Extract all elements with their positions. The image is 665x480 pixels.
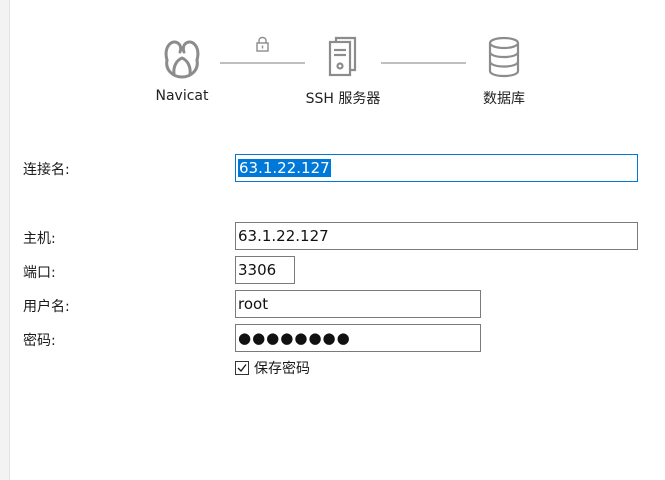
connection-name-input[interactable]: 63.1.22.127	[235, 154, 638, 182]
ssh-server-node	[328, 36, 358, 78]
password-input[interactable]: ●●●●●●●●	[235, 324, 481, 352]
database-icon	[488, 36, 520, 78]
host-input[interactable]: 63.1.22.127	[235, 222, 638, 250]
navicat-logo-icon	[164, 40, 200, 79]
connection-name-value: 63.1.22.127	[238, 159, 331, 177]
username-input[interactable]: root	[235, 290, 481, 318]
password-label: 密码:	[23, 333, 56, 349]
password-value: ●●●●●●●●	[238, 329, 351, 347]
username-label: 用户名:	[23, 299, 70, 315]
connector-line-db	[381, 62, 466, 64]
navicat-label: Navicat	[155, 88, 209, 104]
connection-name-label: 连接名:	[23, 162, 70, 178]
username-value: root	[238, 295, 269, 313]
navicat-node	[159, 36, 205, 80]
server-icon	[328, 36, 357, 77]
port-label: 端口:	[23, 265, 56, 281]
checkmark-icon	[237, 364, 247, 373]
connection-diagram: Navicat SSH 服务器 数据库	[0, 0, 665, 120]
host-value: 63.1.22.127	[238, 227, 329, 245]
database-label: 数据库	[483, 91, 525, 107]
save-password-checkbox[interactable]	[235, 361, 249, 375]
connector-line-ssh	[220, 62, 305, 64]
save-password-label: 保存密码	[254, 361, 310, 377]
ssh-server-label: SSH 服务器	[305, 91, 381, 107]
lock-icon	[256, 36, 269, 52]
host-label: 主机:	[23, 231, 56, 247]
save-password-row[interactable]: 保存密码	[235, 359, 310, 377]
database-node	[487, 36, 521, 78]
port-value: 3306	[238, 261, 277, 279]
port-input[interactable]: 3306	[235, 256, 295, 284]
